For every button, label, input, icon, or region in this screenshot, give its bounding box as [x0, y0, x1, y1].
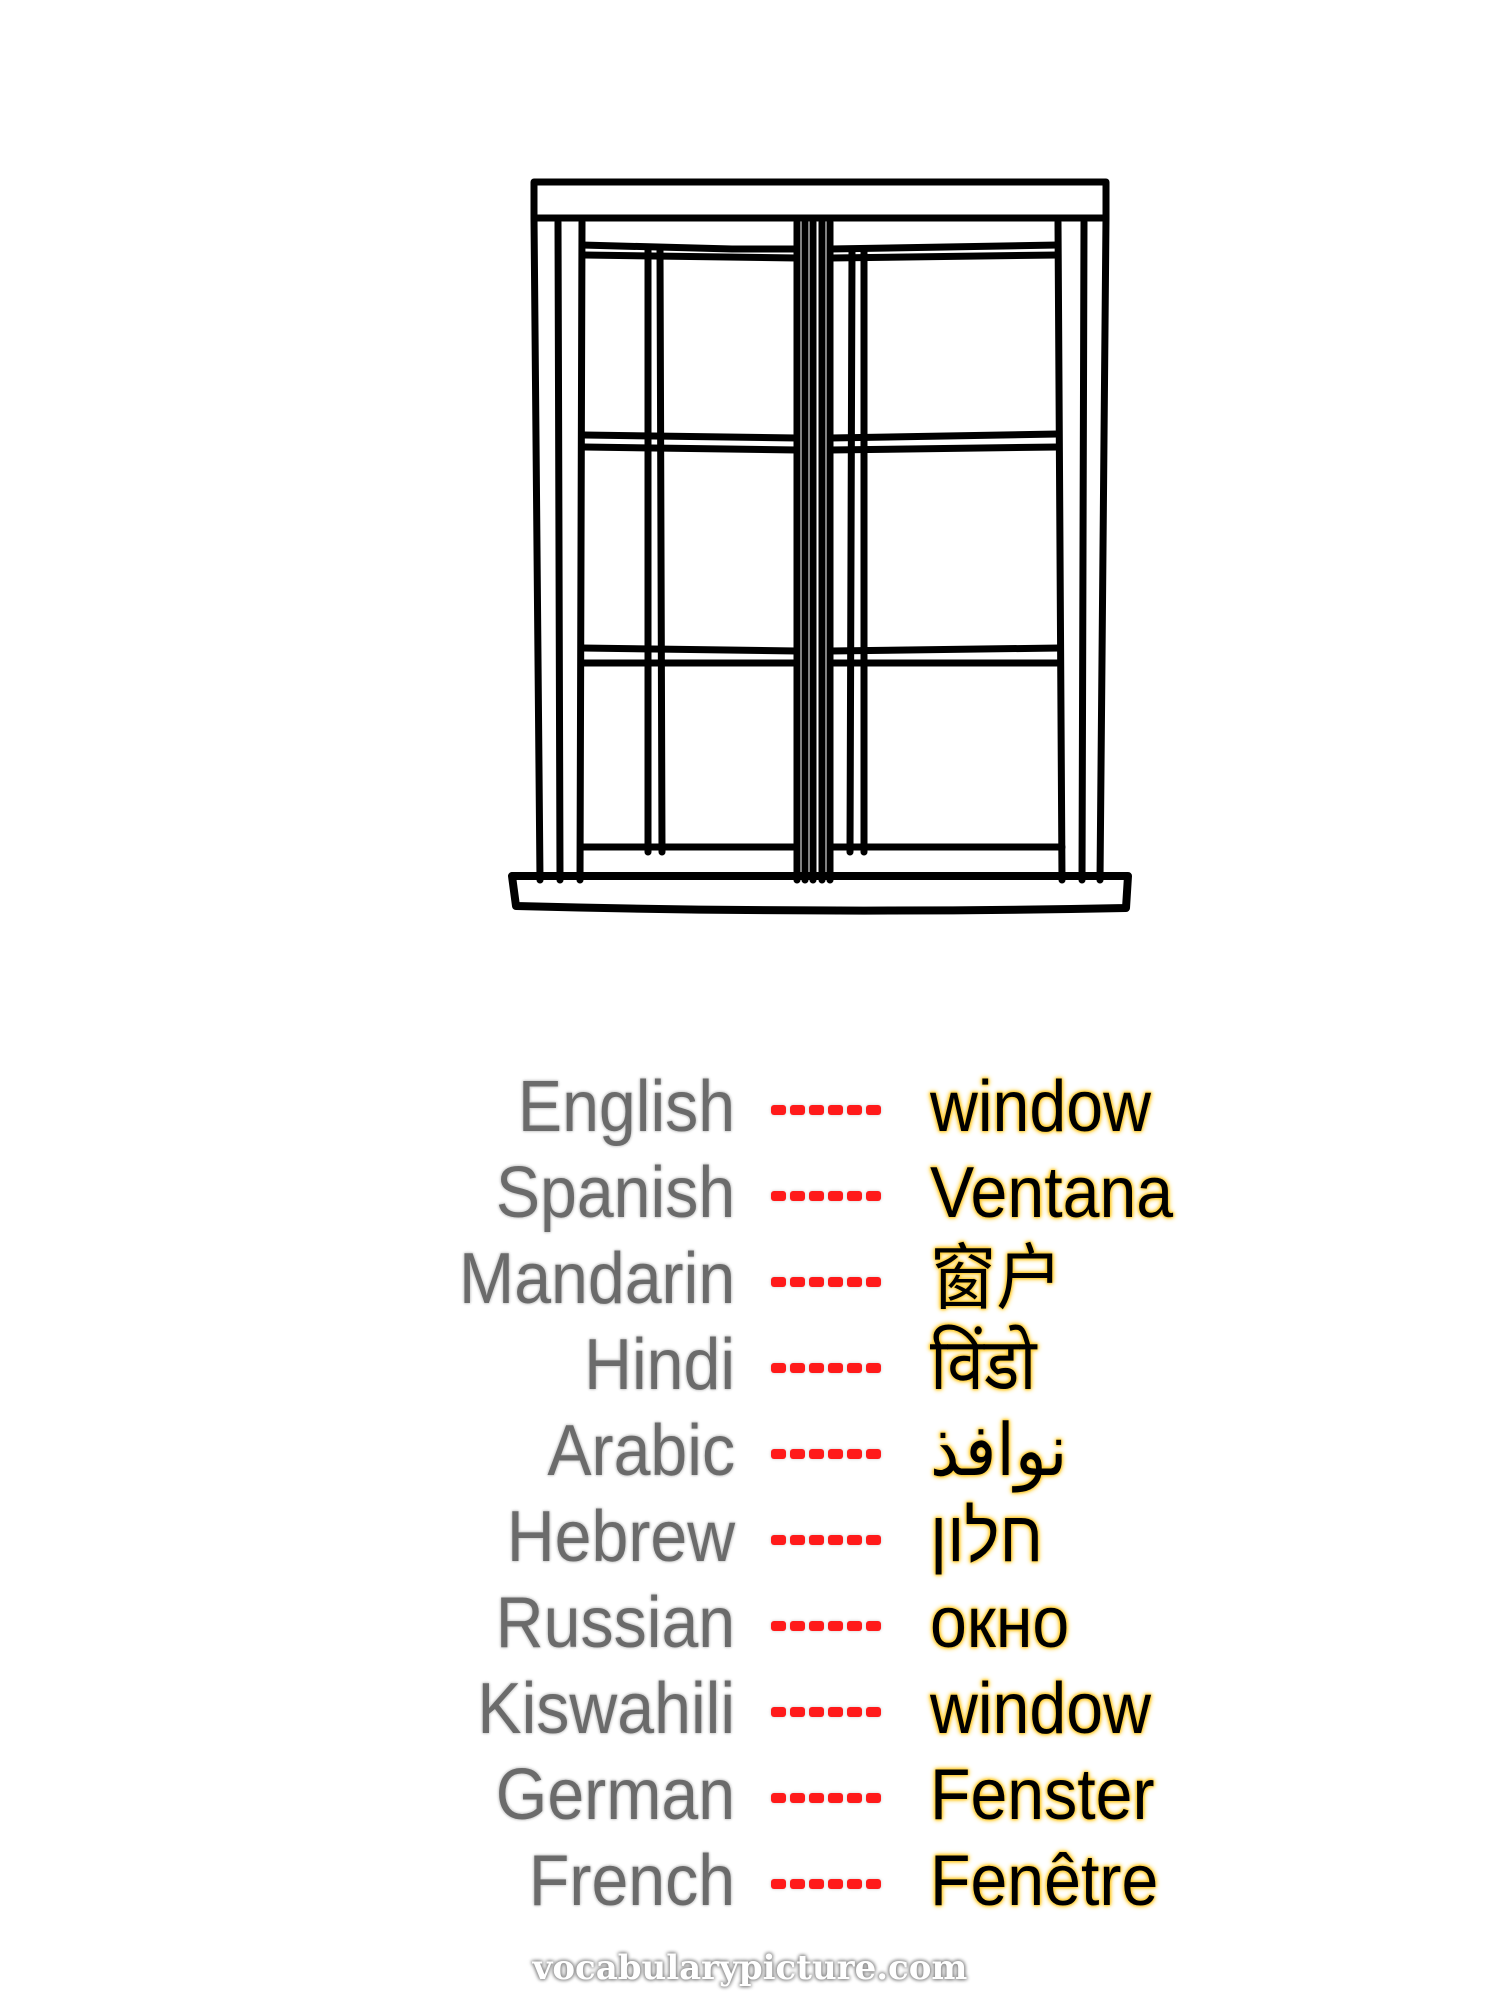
translated-word: Ventana	[930, 1153, 1174, 1233]
translated-word: विंडो	[930, 1325, 1037, 1405]
translated-word: окно	[930, 1583, 1070, 1663]
window-frame-left-inner	[554, 218, 564, 884]
separator-dashes	[771, 1276, 885, 1288]
translation-row: Arabic نوافذ	[0, 1408, 1500, 1494]
right-sash-outer-stile	[1054, 218, 1066, 884]
right-muntin-a	[846, 246, 856, 856]
translated-word: Fenster	[930, 1755, 1155, 1835]
separator-dashes	[771, 1362, 885, 1374]
left-sash-outer-stile	[576, 218, 586, 884]
translated-word: window	[930, 1067, 1151, 1147]
translation-row: English window	[0, 1064, 1500, 1150]
language-label: Hebrew	[506, 1497, 735, 1577]
translation-row: Hindi विंडो	[0, 1322, 1500, 1408]
translation-row: Russian окно	[0, 1580, 1500, 1666]
separator-dashes	[771, 1534, 885, 1546]
separator-dashes	[771, 1706, 885, 1718]
language-label: French	[528, 1841, 735, 1921]
separator-dashes	[771, 1104, 885, 1116]
separator-dashes	[771, 1448, 885, 1460]
language-label: Russian	[495, 1583, 735, 1663]
translation-row: Kiswahili window	[0, 1666, 1500, 1752]
language-label: Spanish	[495, 1153, 735, 1233]
translated-word: نوافذ	[930, 1411, 1068, 1491]
translation-row: Hebrew חלון	[0, 1494, 1500, 1580]
left-muntin-b	[656, 246, 666, 856]
language-label: Arabic	[547, 1411, 735, 1491]
translation-row: Spanish Ventana	[0, 1150, 1500, 1236]
language-label: Hindi	[584, 1325, 735, 1405]
separator-dashes	[771, 1620, 885, 1632]
translation-row: French Fenêtre	[0, 1838, 1500, 1924]
language-label: German	[495, 1755, 735, 1835]
language-label: Mandarin	[458, 1239, 735, 1319]
window-icon	[508, 178, 1132, 915]
separator-dashes	[771, 1792, 885, 1804]
translation-row: Mandarin 窗户	[0, 1236, 1500, 1322]
left-sash-top-rail	[578, 241, 801, 253]
separator-dashes	[771, 1190, 885, 1202]
translated-word: Fenêtre	[930, 1841, 1159, 1921]
separator-dashes	[771, 1878, 885, 1890]
language-label: Kiswahili	[477, 1669, 735, 1749]
site-watermark: vocabularypicture.com	[532, 1948, 968, 1988]
window-frame-right-inner	[1078, 218, 1088, 884]
translation-row: German Fenster	[0, 1752, 1500, 1838]
window-frame-right-outer	[1096, 214, 1110, 884]
language-label: English	[517, 1067, 735, 1147]
translated-word: window	[930, 1669, 1151, 1749]
window-header-board	[530, 178, 1110, 222]
translated-word: חלון	[930, 1497, 1044, 1577]
translated-word: 窗户	[930, 1239, 1063, 1319]
window-frame-left-outer	[530, 214, 544, 884]
